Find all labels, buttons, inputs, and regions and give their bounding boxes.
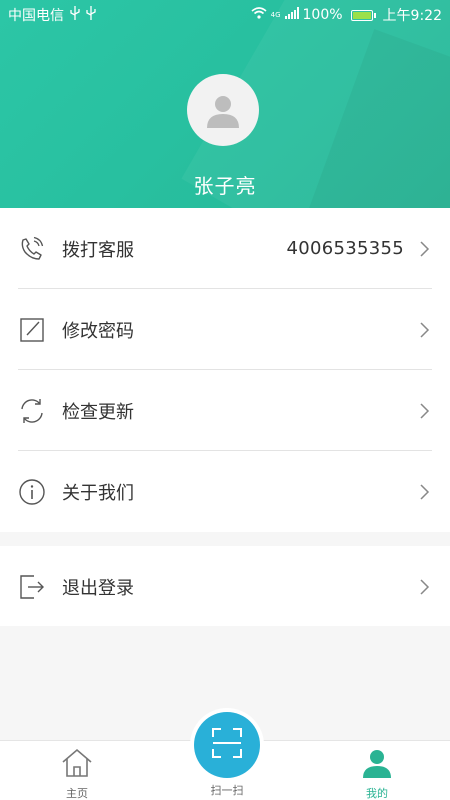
phone-icon xyxy=(18,235,46,263)
check-update-row[interactable]: 检查更新 xyxy=(0,370,450,451)
tab-scan-label: 扫一扫 xyxy=(210,784,244,797)
chevron-right-icon xyxy=(418,240,430,257)
tab-mine-label: 我的 xyxy=(366,787,388,800)
chevron-right-icon xyxy=(418,321,430,338)
scan-icon xyxy=(211,727,243,763)
user-icon xyxy=(361,747,393,783)
service-phone-number: 4006535355 xyxy=(286,238,404,259)
chevron-right-icon xyxy=(418,483,430,500)
about-us-row[interactable]: 关于我们 xyxy=(0,451,450,532)
scan-button-wrapper xyxy=(190,708,264,782)
chevron-right-icon xyxy=(418,402,430,419)
signal-icon xyxy=(284,7,299,23)
about-us-label: 关于我们 xyxy=(62,482,134,504)
usb-icon xyxy=(70,6,80,24)
tab-home[interactable]: 主页 xyxy=(37,741,117,800)
profile-header: 中国电信 4G 100% 上午9:22 张子亮 xyxy=(0,0,450,208)
logout-icon xyxy=(18,573,46,601)
wifi-icon xyxy=(251,7,267,23)
change-password-label: 修改密码 xyxy=(62,320,134,342)
logout-label: 退出登录 xyxy=(62,577,134,599)
scan-button[interactable] xyxy=(194,712,260,778)
tab-mine[interactable]: 我的 xyxy=(337,741,417,800)
call-service-row[interactable]: 拨打客服 4006535355 xyxy=(0,208,450,289)
chevron-right-icon xyxy=(418,578,430,595)
call-service-label: 拨打客服 xyxy=(62,239,134,261)
status-bar: 中国电信 4G 100% 上午9:22 xyxy=(0,0,450,30)
logout-section: 退出登录 xyxy=(0,546,450,626)
user-name: 张子亮 xyxy=(193,174,257,198)
home-icon xyxy=(60,747,94,783)
user-avatar-icon[interactable] xyxy=(187,74,259,146)
tab-home-label: 主页 xyxy=(66,787,88,800)
edit-icon xyxy=(18,316,46,344)
logout-row[interactable]: 退出登录 xyxy=(0,546,450,627)
refresh-icon xyxy=(18,397,46,425)
settings-menu: 拨打客服 4006535355 修改密码 检查更新 关于我们 xyxy=(0,208,450,532)
check-update-label: 检查更新 xyxy=(62,401,134,423)
battery-icon xyxy=(350,9,376,21)
network-type: 4G xyxy=(270,10,281,19)
carrier-label: 中国电信 xyxy=(8,8,64,24)
change-password-row[interactable]: 修改密码 xyxy=(0,289,450,370)
battery-percent: 100% xyxy=(302,7,343,23)
clock: 上午9:22 xyxy=(382,8,442,24)
usb-icon xyxy=(86,6,96,24)
info-icon xyxy=(18,478,46,506)
